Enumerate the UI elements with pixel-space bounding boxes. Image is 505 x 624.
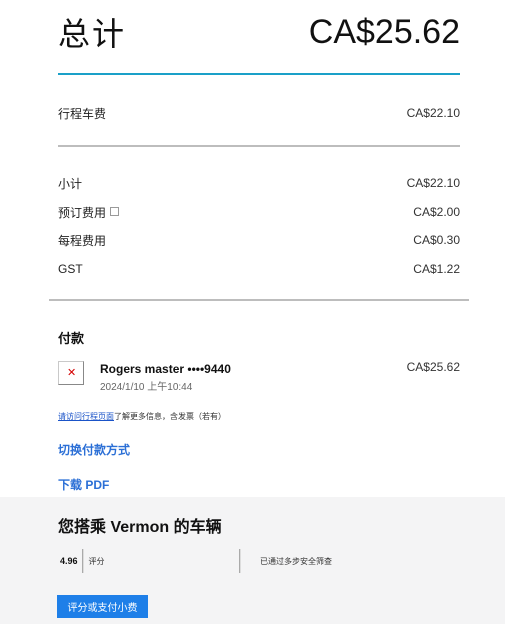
subtotal-row: 小计 CA$22.10 (58, 174, 460, 192)
rating-label: 评分 (88, 556, 105, 566)
download-pdf-link[interactable]: 下载 PDF (58, 476, 109, 493)
gst-amount: CA$1.22 (413, 262, 460, 276)
gst-row: GST CA$1.22 (58, 260, 460, 278)
booking-fee-label: 预订费用 (58, 205, 107, 220)
subtotal-amount: CA$22.10 (406, 176, 460, 190)
fare-row: 行程车费 CA$22.10 (58, 104, 460, 122)
booking-fee-amount: CA$2.00 (413, 205, 460, 219)
payment-section-title: 付款 (58, 331, 85, 346)
card-name: Rogers master ••••9440 (100, 362, 231, 376)
driver-panel: 您搭乘 Vermon 的车辆 4.96 评分 已通过多步安全筛查 评分或支付小费 (0, 497, 505, 624)
safety-label: 已通过多步安全筛查 (260, 556, 332, 566)
breakdown-divider (49, 299, 469, 301)
info-checkbox-icon[interactable] (110, 206, 120, 216)
per-trip-fee-amount: CA$0.30 (413, 233, 460, 247)
switch-payment-link[interactable]: 切换付款方式 (58, 441, 130, 458)
trip-page-note-text: 了解更多信息，含发票（若有） (114, 412, 226, 421)
payment-amount: CA$25.62 (406, 360, 460, 374)
payment-datetime: 2024/1/10 上午10:44 (100, 382, 193, 393)
payment-method-row: ✕ Rogers master ••••9440 2024/1/10 上午10:… (58, 358, 460, 393)
rating-stat: 4.96 评分 (60, 549, 105, 573)
stat-divider (239, 549, 240, 573)
subtotal-label: 小计 (58, 176, 83, 191)
total-divider (58, 73, 460, 75)
card-image-icon: ✕ (58, 361, 84, 385)
total-label: 总计 (58, 15, 127, 53)
trip-page-link[interactable]: 请访问行程页面 (58, 412, 114, 421)
fare-label: 行程车费 (58, 106, 107, 121)
stat-divider (81, 549, 83, 573)
fare-amount: CA$22.10 (406, 106, 460, 120)
rate-or-tip-button[interactable]: 评分或支付小费 (57, 595, 148, 618)
trip-page-note: 请访问行程页面了解更多信息，含发票（若有） (58, 411, 226, 422)
booking-fee-row: 预订费用 CA$2.00 (58, 203, 460, 221)
fare-divider (58, 145, 460, 147)
total-row: 总计 CA$25.62 (58, 8, 460, 56)
per-trip-fee-label: 每程费用 (58, 233, 107, 248)
driver-title: 您搭乘 Vermon 的车辆 (58, 519, 222, 536)
safety-stat: 已通过多步安全筛查 (235, 549, 332, 573)
per-trip-fee-row: 每程费用 CA$0.30 (58, 231, 460, 249)
gst-label: GST (58, 262, 83, 276)
rating-value: 4.96 (60, 556, 78, 566)
total-amount: CA$25.62 (308, 12, 460, 51)
